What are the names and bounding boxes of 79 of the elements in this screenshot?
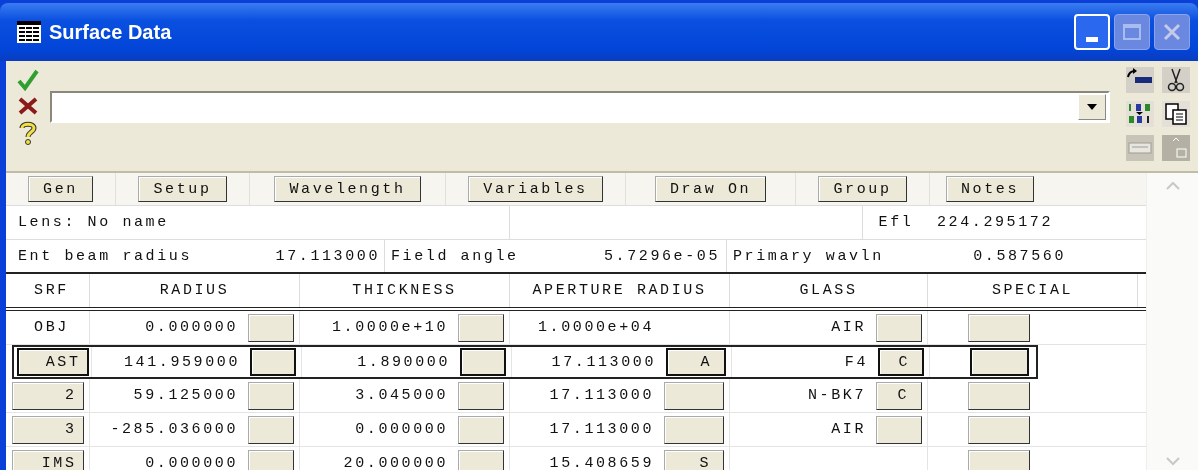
close-icon[interactable] (18, 97, 38, 115)
copy-icon[interactable] (1162, 101, 1190, 127)
insert-row-icon[interactable] (1126, 67, 1154, 93)
caret-icon (1087, 104, 1097, 110)
surface-button[interactable]: 3 (11, 415, 84, 444)
table-cell: 141.959000 (124, 353, 240, 371)
toolbar-button[interactable]: Group (818, 176, 907, 202)
table-cell: 15.408659 (549, 455, 654, 470)
check-icon[interactable] (17, 69, 39, 91)
field-angle-label: Field angle (384, 240, 580, 272)
solve-button[interactable]: C (878, 348, 924, 376)
column-header: SPECIAL (928, 274, 1138, 307)
column-header: THICKNESS (300, 274, 510, 307)
table-cell: 1.890000 (357, 353, 450, 371)
column-header: SRF (6, 274, 90, 307)
field-angle-value: 5.7296e-05 (603, 247, 721, 265)
table-cell: N-BK7 (808, 387, 866, 404)
sort-icon[interactable] (1126, 101, 1154, 127)
table-cell: 1.0000e+10 (332, 319, 448, 336)
surface-button[interactable]: 2 (11, 381, 84, 410)
table-cell: 17.113000 (551, 353, 656, 371)
toolbar-button[interactable]: Setup (138, 176, 227, 202)
solve-button[interactable] (250, 348, 296, 376)
toolbar-button[interactable]: Notes (946, 176, 1034, 202)
column-header: APERTURE RADIUS (510, 274, 730, 307)
table-cell: 1.0000e+04 (538, 319, 654, 336)
ent-beam-label: Ent beam radius (17, 247, 194, 265)
primary-wavelength-value: 0.587560 (972, 247, 1066, 265)
solve-button[interactable] (968, 415, 1030, 444)
solve-button[interactable] (460, 348, 506, 376)
help-icon[interactable] (18, 121, 38, 145)
efl-value: 224.295172 (936, 214, 1053, 231)
table-cell: AIR (831, 319, 866, 336)
toolbar-button[interactable]: Wavelength (274, 176, 421, 202)
solve-button[interactable] (968, 313, 1030, 342)
ent-beam-value: 17.113000 (274, 247, 381, 265)
efl-label: Efl (862, 206, 929, 239)
table-cell: -285.036000 (110, 421, 238, 438)
primary-wavelength-label: Primary wavln (726, 240, 926, 272)
table-cell: F4 (844, 353, 868, 371)
column-header: GLASS (730, 274, 928, 307)
solve-button[interactable] (876, 313, 922, 342)
scissors-icon[interactable] (1162, 67, 1190, 93)
x-icon (1163, 23, 1181, 41)
table-icon (17, 21, 41, 43)
solve-button[interactable] (458, 381, 504, 410)
table-cell: AIR (831, 421, 866, 438)
solve-button[interactable] (664, 381, 724, 410)
solve-button[interactable] (664, 415, 724, 444)
solve-button[interactable] (248, 313, 294, 342)
surface-button[interactable]: AST (16, 348, 89, 376)
table-cell: 17.113000 (549, 421, 654, 438)
toolbar-button[interactable]: Variables (468, 176, 603, 202)
table-cell: 59.125000 (133, 387, 238, 404)
solve-button[interactable] (970, 348, 1029, 376)
surface-label: OBJ (33, 319, 69, 336)
solve-button[interactable] (876, 415, 922, 444)
table-cell: 0.000000 (145, 319, 238, 336)
window-title: Surface Data (49, 20, 172, 44)
solve-button[interactable]: A (666, 348, 726, 376)
surface-button[interactable]: IMS (11, 449, 84, 470)
toolbar-button[interactable]: Gen (28, 176, 93, 202)
table-cell: 0.000000 (145, 455, 238, 470)
toolbar-button[interactable]: Draw On (654, 176, 767, 202)
solve-button[interactable] (458, 415, 504, 444)
table-cell: 20.000000 (343, 455, 448, 470)
solve-button[interactable] (458, 313, 504, 342)
command-field[interactable] (50, 91, 1110, 123)
solve-button[interactable]: C (876, 381, 922, 410)
solve-button[interactable] (968, 381, 1030, 410)
solve-button[interactable] (248, 381, 294, 410)
column-header: RADIUS (90, 274, 300, 307)
table-cell: 0.000000 (355, 421, 448, 438)
minimize-button[interactable] (1074, 14, 1110, 50)
solve-button[interactable]: S (664, 449, 724, 470)
solve-button[interactable] (248, 415, 294, 444)
lens-name: Lens: No name (6, 206, 510, 239)
table-cell: 3.045000 (355, 387, 448, 404)
table-cell: 17.113000 (549, 387, 654, 404)
